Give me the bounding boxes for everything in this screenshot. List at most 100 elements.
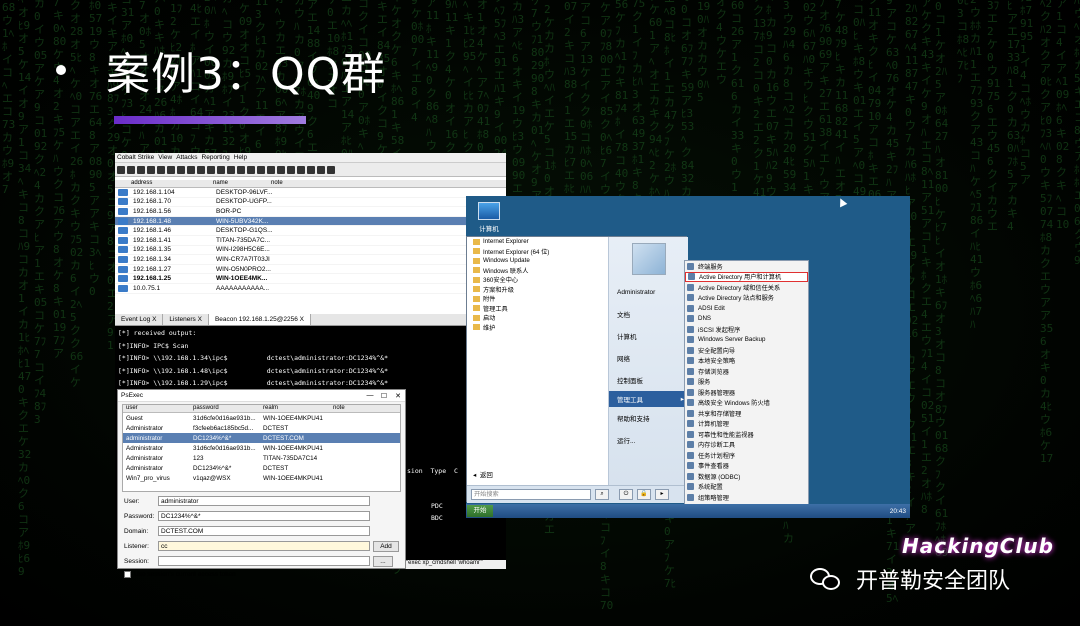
start-program-item[interactable]: Internet Explorer (64 位) bbox=[467, 247, 608, 257]
col-user[interactable]: user bbox=[123, 405, 193, 412]
toolbar-tool-icon[interactable] bbox=[227, 165, 235, 174]
col-password[interactable]: password bbox=[193, 405, 263, 412]
toolbar-tool-icon[interactable] bbox=[267, 165, 275, 174]
toolbar-tool-icon[interactable] bbox=[117, 165, 125, 174]
col-realm[interactable]: realm bbox=[263, 405, 333, 412]
toolbar-tool-icon[interactable] bbox=[137, 165, 145, 174]
start-program-item[interactable]: Internet Explorer bbox=[467, 237, 608, 247]
start-place-item[interactable]: 管理工具 ▸ bbox=[609, 391, 688, 407]
cs-col-address[interactable]: address bbox=[115, 180, 213, 187]
admin-tool-item[interactable]: 终端服务 bbox=[685, 261, 808, 272]
start-program-item[interactable]: 方案和升级 bbox=[467, 285, 608, 295]
admin-tool-item[interactable]: 可靠性和性能监视器 bbox=[685, 429, 808, 440]
credential-row[interactable]: administrator DC1234%^&* DCTEST.COM bbox=[123, 433, 400, 443]
admin-tool-item[interactable]: Active Directory 域和信任关系 bbox=[685, 282, 808, 293]
host-row[interactable]: 192.168.1.48 WIN-5UBV342K... bbox=[115, 216, 506, 227]
session-browse-button[interactable]: ... bbox=[373, 555, 393, 567]
cs-menu-item[interactable]: Help bbox=[234, 154, 247, 161]
tab-event-log[interactable]: Event Log X bbox=[115, 314, 164, 325]
admin-tool-item[interactable]: 数据源 (ODBC) bbox=[685, 471, 808, 482]
toolbar-tool-icon[interactable] bbox=[277, 165, 285, 174]
password-input[interactable]: DC1234%^&* bbox=[158, 511, 370, 521]
start-search-input[interactable]: 开始搜索 bbox=[471, 489, 591, 500]
admin-tool-item[interactable]: 共享和存储管理 bbox=[685, 408, 808, 419]
listener-select[interactable]: cc bbox=[158, 541, 370, 551]
admin-tool-item[interactable]: iSCSI 发起程序 bbox=[685, 324, 808, 335]
toolbar-tool-icon[interactable] bbox=[287, 165, 295, 174]
toolbar-tool-icon[interactable] bbox=[237, 165, 245, 174]
credential-row[interactable]: Administrator f3cfeeb6ac185bc5d... DCTEST bbox=[123, 423, 400, 433]
start-program-item[interactable]: Windows 联系人 bbox=[467, 266, 608, 276]
col-note[interactable]: note bbox=[333, 405, 393, 412]
start-place-item[interactable]: 运行... bbox=[609, 429, 688, 451]
admin-tool-item[interactable]: 事件查看器 bbox=[685, 461, 808, 472]
back-button[interactable]: ◂ 返回 bbox=[473, 469, 493, 479]
add-listener-button[interactable]: Add bbox=[373, 540, 399, 552]
tab-listeners[interactable]: Listeners X bbox=[163, 314, 209, 325]
cs-col-name[interactable]: name bbox=[213, 180, 271, 187]
start-program-item[interactable]: Windows Update bbox=[467, 256, 608, 266]
start-program-item[interactable]: 附件 bbox=[467, 294, 608, 304]
close-icon[interactable]: ✕ bbox=[391, 392, 405, 400]
toolbar-tool-icon[interactable] bbox=[207, 165, 215, 174]
tab-beacon[interactable]: Beacon 192.168.1.25@2256 X bbox=[208, 314, 311, 325]
start-program-item[interactable]: 维护 bbox=[467, 323, 608, 333]
admin-tool-item[interactable]: Windows Server Backup bbox=[685, 335, 808, 346]
toolbar-tool-icon[interactable] bbox=[297, 165, 305, 174]
host-row[interactable]: 192.168.1.56 BOR-PC bbox=[115, 207, 506, 217]
host-row[interactable]: 192.168.1.35 WIN-I298H5C6E... bbox=[115, 246, 506, 256]
toolbar-tool-icon[interactable] bbox=[187, 165, 195, 174]
admin-tool-item[interactable]: 组策略管理 bbox=[685, 492, 808, 503]
admin-tool-item[interactable]: 安全配置向导 bbox=[685, 345, 808, 356]
host-row[interactable]: 192.168.1.25 WIN-1OEE4MK... bbox=[115, 274, 506, 284]
toolbar-tool-icon[interactable] bbox=[257, 165, 265, 174]
start-place-item[interactable]: 控制面板 bbox=[609, 369, 688, 391]
domain-input[interactable]: DCTEST.COM bbox=[158, 526, 370, 536]
admin-tool-item[interactable]: Active Directory 用户和计算机 bbox=[685, 271, 808, 282]
user-input[interactable]: administrator bbox=[158, 496, 370, 506]
host-row[interactable]: 10.0.75.1 AAAAAAAAAAA... bbox=[115, 284, 506, 294]
toolbar-tool-icon[interactable] bbox=[127, 165, 135, 174]
toolbar-tool-icon[interactable] bbox=[307, 165, 315, 174]
host-row[interactable]: 192.168.1.70 DESKTOP-UGFP... bbox=[115, 198, 506, 208]
cs-menu-item[interactable]: Attacks bbox=[176, 154, 197, 161]
credential-row[interactable]: Administrator 31d6cfe0d16ae931b... WIN-1OE… bbox=[123, 443, 400, 453]
cs-col-note[interactable]: note bbox=[271, 180, 283, 187]
admin-tool-item[interactable]: ADSI Edit bbox=[685, 303, 808, 314]
session-input[interactable] bbox=[158, 556, 370, 566]
host-row[interactable]: 192.168.1.46 DESKTOP-G1QS... bbox=[115, 226, 506, 236]
toolbar-tool-icon[interactable] bbox=[327, 165, 335, 174]
search-go-icon[interactable]: ⌕ bbox=[595, 489, 609, 500]
start-place-item[interactable]: 网络 bbox=[609, 347, 688, 369]
host-row[interactable]: 192.168.1.27 WIN-O5N0PRO2... bbox=[115, 265, 506, 275]
toolbar-tool-icon[interactable] bbox=[247, 165, 255, 174]
admin-tool-item[interactable]: 服务 bbox=[685, 377, 808, 388]
toolbar-tool-icon[interactable] bbox=[177, 165, 185, 174]
toolbar-tool-icon[interactable] bbox=[197, 165, 205, 174]
arrow-right-icon[interactable]: ▸ bbox=[655, 489, 669, 500]
start-place-item[interactable]: 文档 bbox=[609, 303, 688, 325]
start-program-item[interactable]: 管理工具 bbox=[467, 304, 608, 314]
credential-row[interactable]: Guest 31d6cfe0d16ae931b... WIN-1OEE4MKPU41 bbox=[123, 413, 400, 423]
minimize-icon[interactable]: — bbox=[363, 392, 377, 399]
start-place-item[interactable]: 计算机 bbox=[609, 325, 688, 347]
toolbar-tool-icon[interactable] bbox=[317, 165, 325, 174]
admin-tool-item[interactable]: 计算机管理 bbox=[685, 419, 808, 430]
start-program-item[interactable]: 启动 bbox=[467, 313, 608, 323]
admin-tool-item[interactable]: DNS bbox=[685, 314, 808, 325]
maximize-icon[interactable]: ☐ bbox=[377, 392, 391, 400]
cs-menu-item[interactable]: Cobalt Strike bbox=[117, 154, 154, 161]
start-button[interactable]: 开始 bbox=[467, 505, 493, 517]
credential-row[interactable]: Win7_pro_virus v1qaz@WSX WIN-1OEE4MKPU41 bbox=[123, 473, 400, 483]
token-checkbox[interactable] bbox=[124, 571, 131, 578]
toolbar-tool-icon[interactable] bbox=[167, 165, 175, 174]
toolbar-tool-icon[interactable] bbox=[217, 165, 225, 174]
credential-row[interactable]: Administrator 123 TITAN-735DA7C14 bbox=[123, 453, 400, 463]
admin-tool-item[interactable]: 内存诊断工具 bbox=[685, 440, 808, 451]
toolbar-tool-icon[interactable] bbox=[147, 165, 155, 174]
lock-icon[interactable]: 🔒 bbox=[637, 489, 651, 500]
admin-tool-item[interactable]: 本地安全策略 bbox=[685, 356, 808, 367]
admin-tool-item[interactable]: 服务器管理器 bbox=[685, 387, 808, 398]
host-row[interactable]: 192.168.1.104 DESKTOP-96LVF... bbox=[115, 188, 506, 198]
cs-menu-item[interactable]: Reporting bbox=[202, 154, 230, 161]
